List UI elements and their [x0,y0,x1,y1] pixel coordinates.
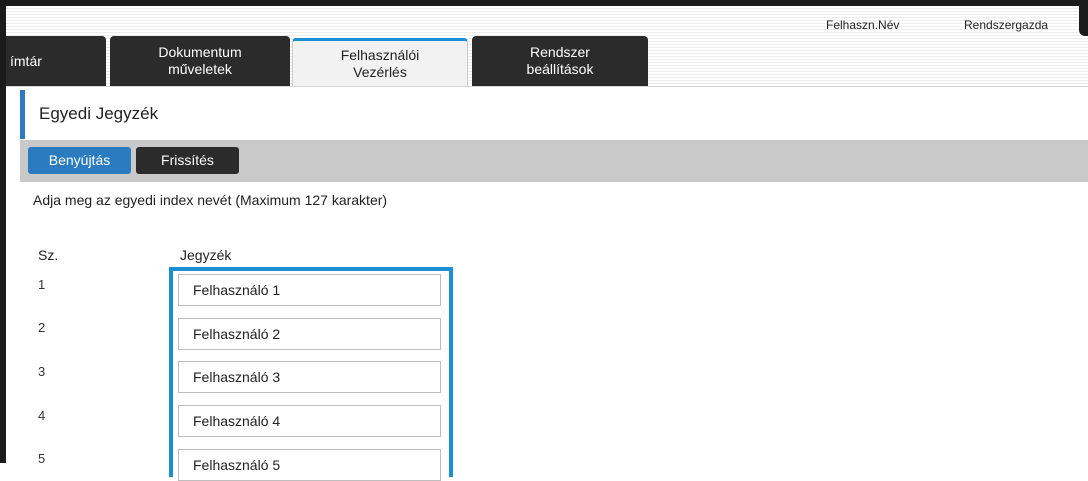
instruction-text: Adja meg az egyedi index nevét (Maximum … [33,192,388,208]
user-name-label: Felhaszn.Név [826,18,900,32]
tab-label-line1: Felhasználói [340,46,420,63]
tab-label-line1: Rendszer [530,44,590,60]
main-tab-bar: ímtár Dokumentum műveletek Felhasználói … [6,36,1088,87]
row-number: 2 [38,320,46,335]
tab-user-control[interactable]: Felhasználói Vezérlés [292,38,468,86]
action-button-bar: Benyújtás Frissítés [20,140,1088,182]
tab-label-line2: Vezérlés [353,63,407,80]
tab-label: ímtár [10,52,42,69]
index-name-input[interactable] [178,449,441,481]
column-header-index: Jegyzék [180,247,232,263]
user-name-value: Rendszergazda [964,18,1049,32]
page-title: Egyedi Jegyzék [39,104,159,123]
page-title-bar: Egyedi Jegyzék [20,90,1088,139]
tab-label-line2: műveletek [168,61,232,77]
top-header: Felhaszn.Név Rendszergazda [6,6,1079,36]
row-number: 3 [38,364,46,379]
row-number: 1 [38,277,46,292]
index-name-input[interactable] [178,318,441,350]
submit-button[interactable]: Benyújtás [28,147,131,174]
index-name-input[interactable] [178,274,441,306]
column-header-number: Sz. [38,247,59,263]
window-frame-corner [1079,0,1088,36]
index-name-input[interactable] [178,361,441,393]
tab-document-operations[interactable]: Dokumentum műveletek [110,36,290,86]
tab-label-line1: Dokumentum [158,44,242,60]
refresh-button[interactable]: Frissítés [136,147,239,174]
tab-label-line2: beállítások [526,61,594,77]
row-number: 4 [38,408,46,423]
row-number: 5 [38,451,46,466]
index-name-input[interactable] [178,405,441,437]
tab-address-book[interactable]: ímtár [6,36,106,86]
tab-system-settings[interactable]: Rendszer beállítások [472,36,648,86]
